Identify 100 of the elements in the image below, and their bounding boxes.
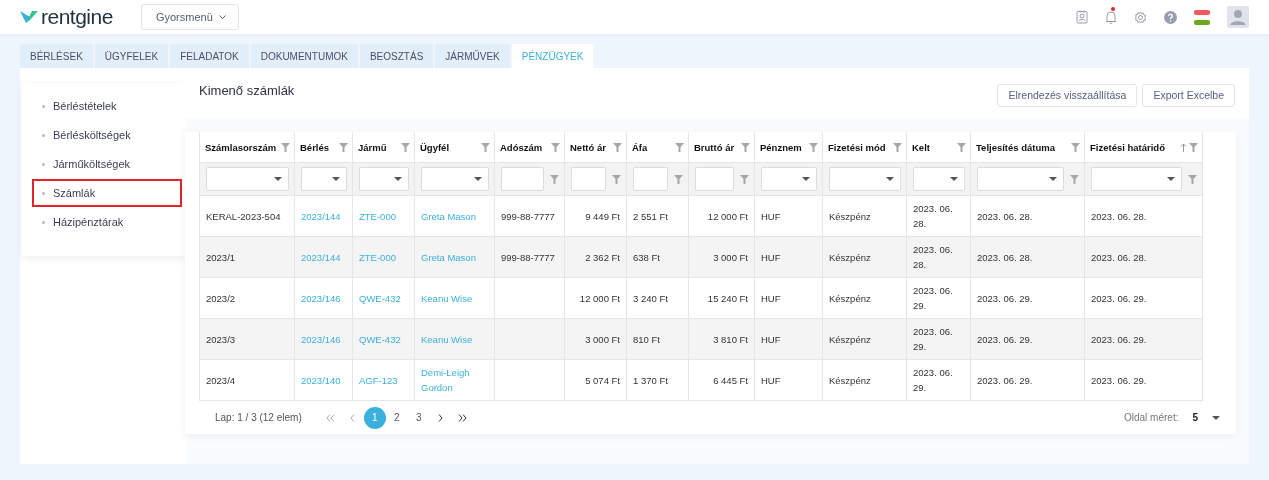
filter-icon[interactable]: [957, 142, 966, 152]
filter-icon[interactable]: [550, 174, 559, 184]
logo-icon: [20, 10, 38, 24]
table-cell-text: 2 362 Ft: [585, 250, 620, 265]
dropdown-caret-icon: [886, 177, 894, 181]
table-cell-text: 5 074 Ft: [585, 373, 620, 388]
bell-icon[interactable]: [1105, 10, 1117, 24]
filter-dropdown[interactable]: [359, 167, 409, 191]
previous-page-icon[interactable]: [350, 413, 356, 422]
filter-icon[interactable]: [1189, 142, 1198, 152]
table-cell-text: HUF: [761, 209, 781, 224]
last-page-icon[interactable]: [458, 413, 468, 422]
page-size-caret-icon: [1212, 415, 1220, 420]
table-cell-text: 2023. 06. 28.: [1091, 209, 1147, 224]
nav-tab[interactable]: BÉRLÉSEK: [20, 44, 93, 68]
filter-icon[interactable]: [740, 174, 749, 184]
sidebar-item[interactable]: Bérléstételek: [32, 92, 182, 120]
table-cell-text: 2023. 06. 28.: [977, 209, 1033, 224]
toolbar-button[interactable]: Export Excelbe: [1142, 83, 1235, 107]
filter-icon[interactable]: [809, 142, 818, 152]
filter-dropdown[interactable]: [421, 167, 489, 191]
sidebar-item[interactable]: Számlák: [32, 179, 182, 207]
table-cell-text: 3 240 Ft: [633, 291, 668, 306]
table-cell-text: 2023. 06. 28.: [913, 243, 954, 272]
avatar-icon[interactable]: [1227, 6, 1249, 28]
table-cell-text: HUF: [761, 250, 781, 265]
filter-dropdown[interactable]: [829, 167, 901, 191]
next-page-icon[interactable]: [438, 413, 444, 422]
table-cell-text: 2023. 06. 29.: [1091, 332, 1147, 347]
sidebar-item[interactable]: Járműköltségek: [32, 150, 182, 178]
filter-icon[interactable]: [339, 142, 348, 152]
dropdown-caret-icon: [332, 177, 340, 181]
filter-dropdown[interactable]: [977, 167, 1064, 191]
filter-icon[interactable]: [613, 142, 622, 152]
dropdown-caret-icon: [950, 177, 958, 181]
sidebar-item[interactable]: Házipénztárak: [32, 208, 182, 236]
column-header[interactable]: Jármű: [358, 141, 387, 153]
help-icon[interactable]: [1164, 10, 1177, 24]
table-cell-text: HUF: [761, 373, 781, 388]
nav-tab[interactable]: FELADATOK: [170, 44, 249, 68]
filter-icon[interactable]: [481, 142, 490, 152]
flag-icon[interactable]: [1194, 9, 1210, 25]
filter-input[interactable]: [695, 167, 734, 191]
table-cell-text: 810 Ft: [633, 332, 660, 347]
filter-icon[interactable]: [675, 142, 684, 152]
filter-input[interactable]: [571, 167, 606, 191]
table-cell-text: 2023. 06. 28.: [1091, 250, 1147, 265]
nav-tab[interactable]: DOKUMENTUMOK: [250, 44, 358, 68]
filter-icon[interactable]: [1070, 174, 1079, 184]
table-cell-text: 6 445 Ft: [713, 373, 748, 388]
table-cell-text: Készpénz: [829, 209, 871, 224]
dropdown-caret-icon: [474, 177, 482, 181]
logo-text: rentgine: [41, 5, 113, 29]
toolbar-button[interactable]: Elrendezés visszaállítása: [997, 83, 1138, 107]
settings-icon[interactable]: [1134, 10, 1147, 24]
filter-icon[interactable]: [1188, 174, 1197, 184]
filter-dropdown[interactable]: [761, 167, 817, 191]
column-header[interactable]: Bérlés: [300, 141, 330, 153]
table-cell-text: 2023/1: [206, 250, 236, 265]
sidebar-item[interactable]: Bérlésköltségek: [32, 121, 182, 149]
filter-icon[interactable]: [893, 142, 902, 152]
contact-card-icon[interactable]: [1076, 10, 1088, 24]
table-cell-text: 999-88-7777: [501, 250, 555, 265]
filter-icon[interactable]: [741, 142, 750, 152]
table-cell-text: 12 000 Ft: [579, 291, 620, 306]
filter-dropdown[interactable]: [913, 167, 965, 191]
filter-input[interactable]: [501, 167, 544, 191]
table-cell-text: 2023. 06. 29.: [977, 373, 1033, 388]
column-header[interactable]: Áfa: [632, 141, 648, 153]
first-page-icon[interactable]: [326, 413, 336, 422]
table-cell-text: 9 449 Ft: [585, 209, 620, 224]
page-button[interactable]: 2: [385, 406, 408, 429]
page-button[interactable]: 3: [407, 406, 430, 429]
nav-tab[interactable]: BEOSZTÁS: [359, 44, 434, 68]
filter-icon[interactable]: [401, 142, 410, 152]
table-cell-text: Készpénz: [829, 373, 871, 388]
table-cell-text: 999-88-7777: [501, 209, 555, 224]
filter-icon[interactable]: [612, 174, 621, 184]
page-size-value[interactable]: 5: [1192, 412, 1198, 423]
table-cell-text: 638 Ft: [633, 250, 660, 265]
filter-dropdown[interactable]: [1091, 167, 1182, 191]
filter-icon[interactable]: [1071, 142, 1080, 152]
dropdown-caret-icon: [274, 177, 282, 181]
filter-icon[interactable]: [674, 174, 683, 184]
page-info: Lap: 1 / 3 (12 elem): [215, 412, 302, 423]
column-header[interactable]: Kelt: [912, 141, 930, 153]
filter-dropdown[interactable]: [301, 167, 347, 191]
table-cell-text: Készpénz: [829, 250, 871, 265]
filter-dropdown[interactable]: [206, 167, 289, 191]
chevron-down-icon: [218, 14, 226, 20]
filter-icon[interactable]: [551, 142, 560, 152]
nav-tab[interactable]: JÁRMŰVEK: [435, 44, 510, 68]
table-cell-text: 2023. 06. 29.: [1091, 291, 1147, 306]
table-cell-text: 2023. 06. 29.: [913, 284, 954, 313]
sort-ascending-icon[interactable]: [1180, 142, 1187, 152]
nav-tab[interactable]: ÜGYFELEK: [94, 44, 169, 68]
filter-icon[interactable]: [281, 142, 290, 152]
column-header[interactable]: Ügyfél: [420, 141, 450, 153]
quick-menu-dropdown[interactable]: Gyorsmenü: [140, 4, 239, 30]
filter-input[interactable]: [633, 167, 668, 191]
